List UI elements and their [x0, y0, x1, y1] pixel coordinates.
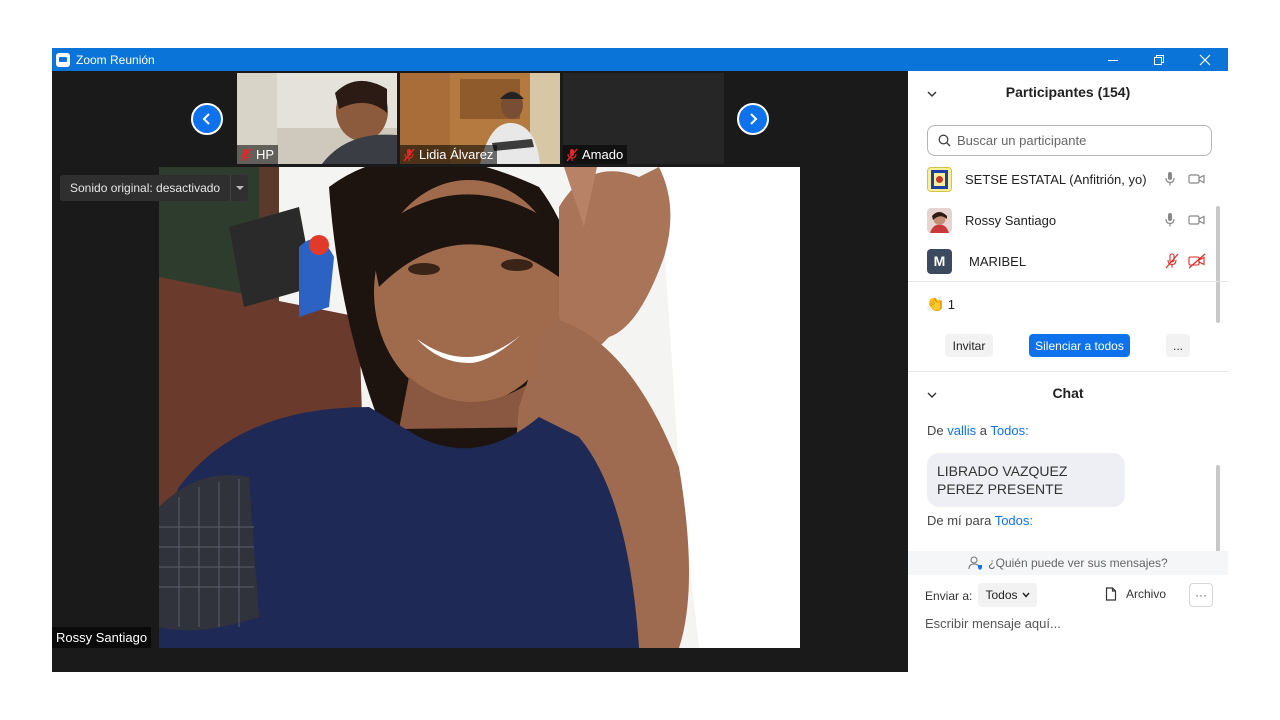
video-thumbnail[interactable]: HP: [237, 73, 397, 164]
caret-down-icon: [235, 186, 244, 190]
avatar-letter: M: [933, 253, 946, 269]
zoom-window: Zoom Reunión HP Lidia Álvarez Amado Soni…: [52, 48, 1228, 672]
file-icon: [1105, 587, 1117, 601]
thumbnail-prev-button[interactable]: [191, 103, 223, 135]
search-icon: [938, 134, 951, 147]
chat-header: Chat: [908, 385, 1228, 407]
speaker-video-frame: [159, 167, 800, 648]
muted-mic-icon: [240, 148, 252, 161]
clapping-hands-icon: 👏: [926, 296, 945, 313]
more-options-button[interactable]: ...: [1166, 334, 1190, 357]
participant-search-input[interactable]: [957, 133, 1197, 148]
thumbnail-label: Amado: [563, 145, 628, 164]
who-can-see-label: ¿Quién puede ver sus mensajes?: [988, 556, 1168, 570]
video-thumbnail[interactable]: Amado: [563, 73, 724, 164]
muted-mic-icon: [403, 148, 415, 161]
participant-search[interactable]: [927, 125, 1212, 156]
participants-header: Participantes (154): [908, 84, 1228, 106]
reaction-counter: 👏 1: [926, 295, 955, 313]
thumbnail-name: HP: [256, 147, 275, 162]
camera-icon[interactable]: [1188, 173, 1205, 185]
seal-logo-icon: [928, 167, 951, 191]
invite-button[interactable]: Invitar: [945, 334, 993, 357]
minimize-button[interactable]: [1090, 48, 1136, 71]
message-sender-line: De vallis a Todos:: [927, 423, 1029, 438]
chevron-down-icon: [1021, 592, 1030, 598]
original-sound-toggle[interactable]: Sonido original: desactivado: [60, 175, 249, 201]
thumbnail-next-button[interactable]: [737, 103, 769, 135]
message-sender-line: De mí para Todos:: [927, 513, 1033, 526]
side-panel: Participantes (154) SETSE ESTATAL (Anfit…: [908, 71, 1228, 672]
from-prefix: De: [927, 423, 944, 438]
thumbnail-label: Lidia Álvarez: [400, 145, 498, 164]
chat-message-input[interactable]: [925, 616, 1205, 631]
participants-title: Participantes (154): [1005, 84, 1131, 100]
participant-list: SETSE ESTATAL (Anfitrión, yo) Rossy Sant…: [908, 159, 1228, 279]
chat-message-bubble: LIBRADO VAZQUEZ PEREZ PRESENTE: [927, 453, 1125, 507]
camera-off-icon[interactable]: [1188, 253, 1206, 269]
original-sound-label: Sonido original: desactivado: [70, 181, 221, 195]
muted-mic-icon[interactable]: [1164, 253, 1180, 269]
send-to-row: Enviar a: Todos Archivo ···: [925, 583, 1215, 609]
thumbnail-name: Lidia Álvarez: [419, 147, 494, 162]
original-sound-dropdown[interactable]: [230, 175, 248, 201]
chat-messages: De vallis a Todos: LIBRADO VAZQUEZ PEREZ…: [908, 411, 1228, 526]
avatar: [927, 166, 952, 192]
file-label: Archivo: [1126, 587, 1167, 601]
reaction-count: 1: [947, 296, 955, 312]
participant-list-scrollbar[interactable]: [1216, 206, 1220, 323]
active-speaker-label: Rossy Santiago: [52, 627, 152, 648]
profile-photo-icon: [927, 207, 952, 233]
video-area: HP Lidia Álvarez Amado Sonido original: …: [52, 71, 908, 672]
restore-icon: [1154, 54, 1164, 65]
file-button[interactable]: Archivo: [1105, 587, 1166, 601]
video-thumbnail[interactable]: Lidia Álvarez: [400, 73, 560, 164]
participant-name: Rossy Santiago: [965, 212, 1057, 228]
participant-row[interactable]: SETSE ESTATAL (Anfitrión, yo): [908, 162, 1218, 196]
recipient-value: Todos: [985, 588, 1018, 602]
thumbnail-name: Amado: [582, 147, 624, 162]
recipient-link[interactable]: Todos:: [995, 513, 1033, 526]
window-controls: [1090, 48, 1228, 71]
send-to-label: Enviar a:: [925, 589, 973, 603]
chat-title: Chat: [1052, 385, 1084, 401]
minimize-icon: [1108, 59, 1118, 61]
camera-icon[interactable]: [1188, 214, 1205, 226]
restore-button[interactable]: [1136, 48, 1182, 71]
participant-row[interactable]: Rossy Santiago: [908, 203, 1218, 237]
from-prefix: De mí para: [927, 513, 992, 526]
participant-row[interactable]: M MARIBEL: [908, 244, 1218, 278]
chevron-right-icon: [750, 113, 758, 125]
avatar: M: [927, 248, 952, 274]
chat-scrollbar[interactable]: [1216, 465, 1220, 557]
mute-all-button[interactable]: Silenciar a todos: [1029, 334, 1130, 357]
window-title: Zoom Reunión: [76, 52, 155, 67]
zoom-logo-icon: [56, 52, 70, 67]
participant-name: MARIBEL: [969, 253, 1027, 269]
mic-icon[interactable]: [1164, 171, 1176, 187]
avatar: [927, 207, 952, 233]
thumbnail-label: HP: [237, 145, 279, 164]
divider: [908, 281, 1228, 282]
person-shield-icon: [968, 556, 983, 570]
to-prefix: a: [979, 423, 988, 438]
recipient-link[interactable]: Todos:: [990, 423, 1028, 438]
sender-link[interactable]: vallis: [947, 423, 976, 438]
chevron-left-icon: [202, 113, 210, 125]
recipient-dropdown[interactable]: Todos: [978, 583, 1037, 607]
divider: [908, 371, 1228, 372]
mic-icon[interactable]: [1164, 212, 1176, 228]
muted-mic-icon: [566, 148, 578, 161]
participant-name: SETSE ESTATAL (Anfitrión, yo): [965, 171, 1147, 187]
who-can-see-messages[interactable]: ¿Quién puede ver sus mensajes?: [908, 551, 1228, 575]
close-button[interactable]: [1182, 48, 1228, 71]
close-icon: [1199, 54, 1211, 65]
title-bar: Zoom Reunión: [52, 48, 1228, 71]
main-speaker-video: [159, 167, 800, 648]
chat-more-button[interactable]: ···: [1189, 583, 1213, 607]
